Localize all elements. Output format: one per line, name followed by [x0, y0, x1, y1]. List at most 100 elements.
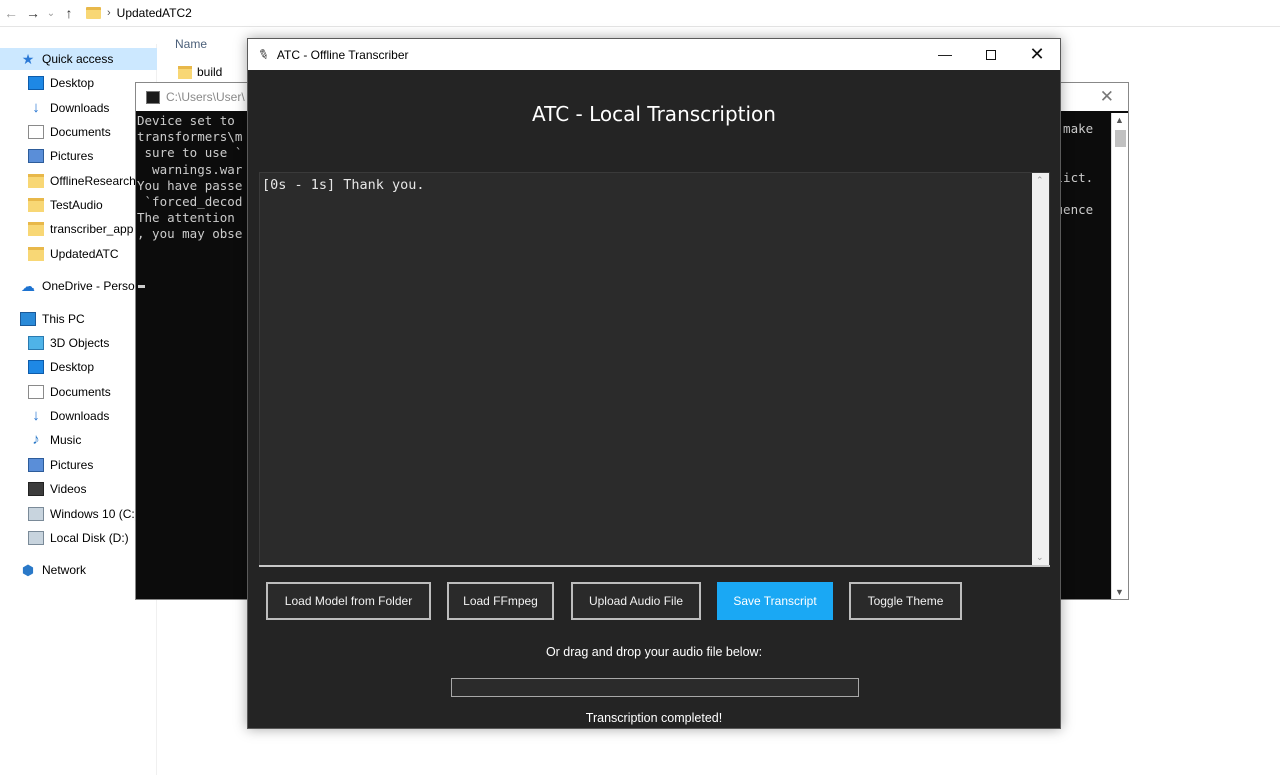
drop-zone-label: Or drag and drop your audio file below:: [545, 645, 763, 659]
drive-icon: [28, 507, 44, 521]
address-bar: ← → ⌄ ↑ › UpdatedATC2: [0, 0, 1280, 27]
network-icon: ⬢: [21, 562, 35, 578]
folder-icon: [86, 7, 101, 19]
sidebar-item-pictures[interactable]: Pictures: [0, 145, 157, 167]
sidebar-item-updatedatc[interactable]: UpdatedATC: [0, 243, 157, 265]
cloud-icon: ☁: [21, 278, 35, 294]
folder-icon: [28, 174, 44, 188]
recent-locations-chevron-icon[interactable]: ⌄: [44, 8, 58, 19]
sidebar-item-desktop[interactable]: Desktop: [0, 356, 157, 378]
save-transcript-button[interactable]: Save Transcript: [717, 582, 833, 620]
scroll-down-icon[interactable]: ▼: [1115, 587, 1124, 597]
document-icon: [28, 125, 44, 139]
progress-bar[interactable]: [451, 678, 859, 697]
sidebar-item-windows-10-c[interactable]: Windows 10 (C:): [0, 503, 157, 525]
scroll-up-icon[interactable]: ⌃: [1036, 175, 1044, 186]
music-icon: ♪: [32, 431, 40, 448]
file-list-item[interactable]: build: [178, 65, 222, 79]
load-ffmpeg-button[interactable]: Load FFmpeg: [447, 582, 554, 620]
sidebar-item-desktop[interactable]: Desktop: [0, 72, 157, 94]
breadcrumb[interactable]: › UpdatedATC2: [86, 3, 192, 23]
console-icon: [146, 90, 160, 104]
drive-icon: [28, 531, 44, 545]
sidebar-item-onedrive-person[interactable]: ☁ OneDrive - Person: [0, 275, 157, 297]
sidebar-item-label: Videos: [50, 482, 87, 496]
sidebar-item-music[interactable]: ♪ Music: [0, 429, 157, 451]
sidebar-item-label: Network: [42, 563, 87, 577]
sidebar-item-label: Desktop: [50, 360, 95, 374]
sidebar-item-testaudio[interactable]: TestAudio: [0, 194, 157, 216]
sidebar-item-pictures[interactable]: Pictures: [0, 454, 157, 476]
document-icon: [28, 385, 44, 399]
navigation-pane: ★ Quick access Desktop ↓ Downloads Documents P…: [0, 44, 157, 775]
download-icon: ↓: [32, 407, 40, 424]
video-icon: [28, 482, 44, 496]
app-titlebar[interactable]: ✎ ATC - Offline Transcriber — ✕: [248, 39, 1060, 70]
forward-arrow-icon[interactable]: →: [22, 5, 44, 21]
page-title: ATC - Local Transcription: [532, 102, 776, 126]
transcript-scrollbar[interactable]: ⌃ ⌄: [1032, 173, 1049, 565]
sidebar-item-label: Windows 10 (C:): [50, 507, 139, 521]
minimize-button[interactable]: —: [922, 39, 968, 70]
scroll-up-icon[interactable]: ▲: [1115, 115, 1124, 125]
transcript-textbox[interactable]: [0s - 1s] Thank you. ⌃ ⌄: [259, 172, 1050, 566]
sidebar-item-quick-access[interactable]: ★ Quick access: [0, 48, 157, 70]
desktop-icon: [28, 360, 44, 374]
toggle-theme-button[interactable]: Toggle Theme: [849, 582, 962, 620]
computer-icon: [20, 312, 36, 326]
upload-audio-button[interactable]: Upload Audio File: [571, 582, 701, 620]
sidebar-item-label: 3D Objects: [50, 336, 110, 350]
sidebar-item-downloads[interactable]: ↓ Downloads: [0, 97, 157, 119]
maximize-button[interactable]: [968, 39, 1014, 70]
sidebar-item-local-disk-d[interactable]: Local Disk (D:): [0, 527, 157, 549]
scroll-down-icon[interactable]: ⌄: [1036, 552, 1044, 563]
star-icon: ★: [21, 51, 35, 67]
breadcrumb-current[interactable]: UpdatedATC2: [117, 6, 192, 20]
sidebar-item-label: Documents: [50, 385, 111, 399]
desktop-icon: [28, 76, 44, 90]
console-title: C:\Users\User\: [166, 90, 245, 104]
load-model-button[interactable]: Load Model from Folder: [266, 582, 431, 620]
atc-transcriber-window[interactable]: ✎ ATC - Offline Transcriber — ✕ ATC - Lo…: [247, 38, 1061, 729]
sidebar-item-offlineresearch[interactable]: OfflineResearch: [0, 170, 157, 192]
folder-icon: [28, 247, 44, 261]
sidebar-item-downloads[interactable]: ↓ Downloads: [0, 405, 157, 427]
sidebar-item-network[interactable]: ⬢ Network: [0, 559, 157, 581]
sidebar-item-documents[interactable]: Documents: [0, 121, 157, 143]
close-button[interactable]: ✕: [1014, 39, 1060, 70]
sidebar-item-documents[interactable]: Documents: [0, 381, 157, 403]
back-arrow-icon[interactable]: ←: [0, 5, 22, 21]
sidebar-item-label: Downloads: [50, 101, 110, 115]
sidebar-item-label: TestAudio: [50, 198, 103, 212]
sidebar-item-label: UpdatedATC: [50, 247, 119, 261]
sidebar-item-label: Downloads: [50, 409, 110, 423]
console-scrollbar[interactable]: ▲ ▼: [1111, 113, 1128, 599]
window-title: ATC - Offline Transcriber: [276, 47, 409, 62]
maximize-icon: [986, 50, 996, 61]
close-icon[interactable]: ✕: [1100, 87, 1114, 107]
sidebar-item-label: Desktop: [50, 76, 95, 90]
cube-icon: [28, 336, 44, 350]
sidebar-item-3d-objects[interactable]: 3D Objects: [0, 332, 157, 354]
status-text: Transcription completed!: [585, 711, 723, 725]
sidebar-item-label: transcriber_app: [50, 222, 134, 236]
transcript-text[interactable]: [0s - 1s] Thank you.: [262, 177, 425, 193]
breadcrumb-chevron-icon: ›: [107, 7, 111, 19]
sidebar-item-this-pc[interactable]: This PC: [0, 308, 157, 330]
sidebar-item-label: Local Disk (D:): [50, 531, 129, 545]
sidebar-item-label: Quick access: [42, 52, 114, 66]
folder-icon: [178, 65, 192, 79]
scrollbar-thumb[interactable]: [1115, 130, 1126, 147]
sidebar-item-label: Pictures: [50, 458, 94, 472]
sidebar-item-transcriber-app[interactable]: transcriber_app: [0, 218, 157, 240]
pictures-icon: [28, 458, 44, 472]
column-header-name[interactable]: Name: [175, 37, 207, 51]
up-arrow-icon[interactable]: ↑: [58, 5, 80, 21]
pictures-icon: [28, 149, 44, 163]
console-cursor: [138, 285, 145, 288]
sidebar-item-videos[interactable]: Videos: [0, 478, 157, 500]
sidebar-item-label: This PC: [42, 312, 85, 326]
sidebar-item-label: Pictures: [50, 149, 94, 163]
sidebar-item-label: OneDrive - Person: [42, 279, 142, 293]
sidebar-item-label: Music: [50, 433, 82, 447]
